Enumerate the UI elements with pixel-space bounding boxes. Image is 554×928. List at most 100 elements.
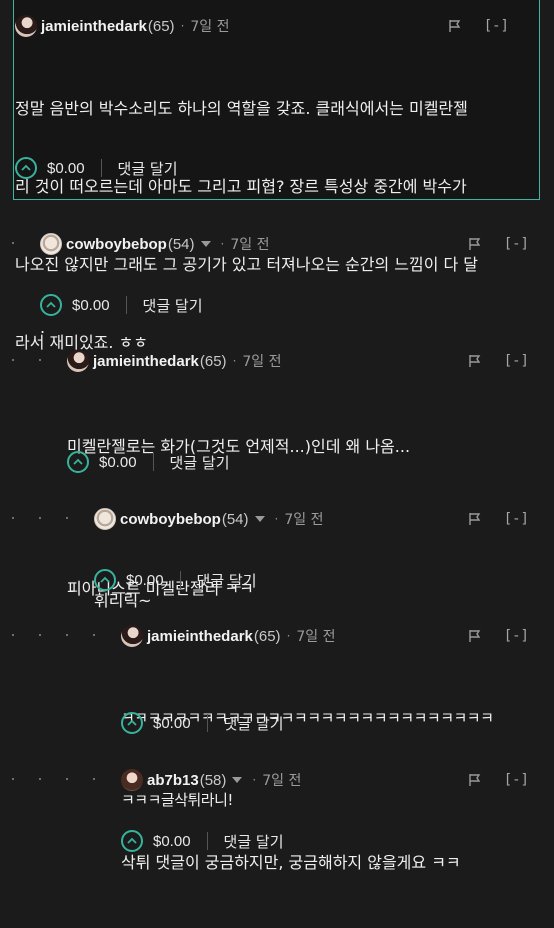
divider (125, 296, 127, 314)
divider (179, 571, 181, 589)
upvote-chevron-icon[interactable] (94, 569, 116, 591)
thread-dots (12, 350, 66, 370)
collapse-icon[interactable]: [-] (504, 236, 529, 252)
user-level: (54) (167, 235, 195, 253)
username[interactable]: ab7b13 (147, 772, 199, 789)
reply-button[interactable]: 댓글 달기 (170, 452, 230, 473)
username[interactable]: cowboybebop (120, 511, 221, 528)
collapse-icon[interactable]: [-] (504, 628, 529, 644)
flag-icon[interactable] (468, 512, 482, 526)
timestamp[interactable]: 7일 전 (190, 16, 229, 36)
payout-amount: $0.00 (126, 571, 164, 589)
comment-line: 삭튀 댓글이 궁금하지만, 궁금해하지 않을게요 ㅋㅋ (121, 853, 461, 872)
payout-amount: $0.00 (47, 159, 85, 177)
flag-icon[interactable] (468, 773, 482, 787)
user-level: (65) (199, 352, 227, 370)
collapse-icon[interactable]: [-] (484, 18, 509, 34)
upvote-chevron-icon[interactable] (15, 157, 37, 179)
avatar[interactable] (15, 15, 37, 37)
timestamp[interactable]: 7일 전 (230, 234, 269, 254)
username[interactable]: jamieinthedark (147, 628, 253, 645)
user-level: (58) (199, 771, 227, 789)
comment-actions: [-] (468, 233, 529, 255)
divider (152, 453, 154, 471)
flag-icon[interactable] (468, 237, 482, 251)
thread-dot (66, 778, 68, 780)
thread-dot (39, 634, 41, 636)
comment-footer: $0.00 댓글 달기 (40, 293, 203, 317)
comment-actions: [-] (468, 625, 529, 647)
divider (100, 159, 102, 177)
flag-icon[interactable] (468, 629, 482, 643)
comment-header: jamieinthedark (65) · 7일 전 (67, 350, 282, 372)
upvote-chevron-icon[interactable] (67, 451, 89, 473)
user-level: (65) (147, 17, 175, 35)
comment-header: cowboybebop (54) · 7일 전 (94, 508, 323, 530)
reply-button[interactable]: 댓글 달기 (224, 713, 284, 734)
thread-dot (12, 778, 14, 780)
thread-dot (39, 517, 41, 519)
caret-down-icon[interactable] (232, 777, 243, 783)
comment-line: 정말 음반의 박수소리도 하나의 역할을 갖죠. 클래식에서는 미켈란젤 (15, 99, 468, 118)
collapse-icon[interactable]: [-] (504, 353, 529, 369)
caret-down-icon[interactable] (254, 516, 265, 522)
separator: · (220, 237, 225, 251)
timestamp[interactable]: 7일 전 (262, 770, 301, 790)
thread-dot (12, 359, 14, 361)
avatar[interactable] (121, 769, 143, 791)
thread-dots (12, 625, 120, 645)
thread-dots (12, 769, 120, 789)
comment-actions: [-] (468, 769, 529, 791)
comment-header: jamieinthedark (65) · 7일 전 (121, 625, 336, 647)
timestamp[interactable]: 7일 전 (296, 626, 335, 646)
flag-icon[interactable] (468, 354, 482, 368)
thread-dot (12, 517, 14, 519)
avatar[interactable] (67, 350, 89, 372)
avatar[interactable] (94, 508, 116, 530)
comment-body: . (40, 263, 520, 393)
thread-dot (39, 778, 41, 780)
payout-amount: $0.00 (99, 453, 137, 471)
comment-footer: $0.00 댓글 달기 (94, 568, 257, 592)
upvote-chevron-icon[interactable] (121, 712, 143, 734)
comment-footer: $0.00 댓글 달기 (121, 711, 284, 735)
payout-amount: $0.00 (72, 296, 110, 314)
reply-button[interactable]: 댓글 달기 (224, 831, 284, 852)
payout-amount: $0.00 (153, 832, 191, 850)
upvote-chevron-icon[interactable] (40, 294, 62, 316)
separator: · (252, 773, 257, 787)
thread-dot (93, 778, 95, 780)
thread-dots (12, 233, 39, 253)
comment-footer: $0.00 댓글 달기 (121, 829, 284, 853)
thread-dot (12, 634, 14, 636)
comment-body: 삭튀 댓글이 궁금하지만, 궁금해하지 않을게요 ㅋㅋ (121, 798, 541, 928)
thread-dot (66, 517, 68, 519)
avatar[interactable] (40, 233, 62, 255)
upvote-chevron-icon[interactable] (121, 830, 143, 852)
comment-line: . (40, 318, 46, 337)
separator: · (180, 19, 185, 33)
username[interactable]: cowboybebop (66, 236, 167, 253)
timestamp[interactable]: 7일 전 (242, 351, 281, 371)
avatar[interactable] (121, 625, 143, 647)
username[interactable]: jamieinthedark (41, 18, 147, 35)
flag-icon[interactable] (448, 19, 462, 33)
reply-button[interactable]: 댓글 달기 (118, 158, 178, 179)
comment-footer: $0.00 댓글 달기 (67, 450, 230, 474)
username[interactable]: jamieinthedark (93, 353, 199, 370)
timestamp[interactable]: 7일 전 (284, 509, 323, 529)
separator: · (274, 512, 279, 526)
thread-dot (93, 634, 95, 636)
comment-footer: $0.00 댓글 달기 (15, 156, 178, 180)
thread-dots (12, 508, 93, 528)
payout-amount: $0.00 (153, 714, 191, 732)
reply-button[interactable]: 댓글 달기 (143, 295, 203, 316)
reply-button[interactable]: 댓글 달기 (197, 570, 257, 591)
thread-dot (12, 242, 14, 244)
comment-actions: [-] (468, 508, 529, 530)
thread-dot (39, 359, 41, 361)
comment-header: jamieinthedark (65) · 7일 전 (15, 15, 230, 37)
caret-down-icon[interactable] (200, 241, 211, 247)
collapse-icon[interactable]: [-] (504, 772, 529, 788)
collapse-icon[interactable]: [-] (504, 511, 529, 527)
